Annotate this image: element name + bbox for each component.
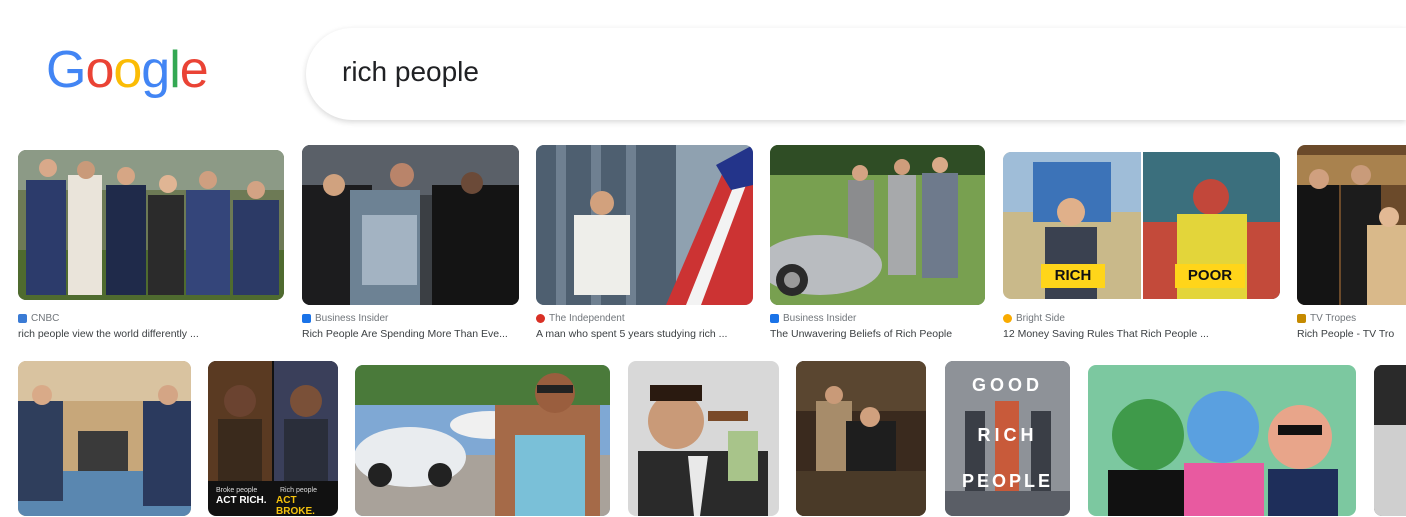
overlay-text: Rich people [280, 487, 317, 494]
image-result-thumbnail[interactable] [355, 365, 610, 516]
result-source: The Independent [536, 311, 756, 325]
image-result-thumbnail[interactable]: RICH POOR [1003, 152, 1280, 299]
source-name: CNBC [31, 312, 60, 324]
result-source: Bright Side [1003, 311, 1283, 325]
rich-label: RICH [1054, 267, 1092, 284]
image-result-thumbnail[interactable] [1374, 365, 1406, 516]
result-caption[interactable]: A man who spent 5 years studying rich ..… [536, 328, 756, 340]
image-result-thumbnail[interactable]: Broke people ACT RICH. Rich people ACT B… [208, 361, 338, 516]
result-source: Business Insider [302, 311, 522, 325]
image-result-thumbnail[interactable] [1088, 365, 1356, 516]
overlay-text: PEOPLE [961, 471, 1054, 491]
image-result-thumbnail[interactable] [770, 145, 985, 305]
search-input[interactable] [342, 56, 1042, 88]
overlay-text: RICH [977, 425, 1038, 445]
google-logo[interactable]: Google [46, 41, 209, 99]
logo-letter: g [141, 41, 170, 99]
poor-label: POOR [1187, 267, 1233, 284]
logo-letter: o [113, 41, 142, 99]
image-result-thumbnail[interactable] [1297, 145, 1406, 305]
source-name: Bright Side [1016, 312, 1065, 324]
result-meta[interactable]: Business Insider The Unwavering Beliefs … [770, 311, 990, 340]
result-meta[interactable]: Business Insider Rich People Are Spendin… [302, 311, 522, 340]
search-bar[interactable] [306, 28, 1406, 120]
logo-letter: G [46, 41, 86, 99]
overlay-text: ACT RICH. [216, 495, 267, 506]
source-name: TV Tropes [1310, 312, 1357, 324]
result-meta[interactable]: The Independent A man who spent 5 years … [536, 311, 756, 340]
overlay-text: Broke people [216, 487, 258, 494]
result-caption[interactable]: Rich People - TV Tro [1297, 328, 1406, 340]
overlay-text: ACT BROKE. [276, 495, 315, 516]
logo-letter: e [179, 41, 209, 99]
independent-favicon-icon [536, 313, 545, 323]
result-source: Business Insider [770, 311, 990, 325]
result-caption[interactable]: The Unwavering Beliefs of Rich People [770, 328, 990, 340]
bright-side-favicon-icon [1003, 313, 1012, 323]
result-meta[interactable]: Bright Side 12 Money Saving Rules That R… [1003, 311, 1283, 340]
logo-letter: l [169, 41, 181, 99]
image-result-thumbnail[interactable] [18, 150, 284, 300]
result-meta[interactable]: TV Tropes Rich People - TV Tro [1297, 311, 1406, 340]
image-result-thumbnail[interactable] [536, 145, 753, 305]
result-source: TV Tropes [1297, 311, 1406, 325]
overlay-text: GOOD [971, 375, 1043, 395]
logo-letter: o [85, 41, 114, 99]
image-result-thumbnail[interactable] [796, 361, 926, 516]
image-result-thumbnail[interactable]: GOOD RICH PEOPLE [945, 361, 1070, 516]
source-name: The Independent [549, 312, 625, 324]
image-result-thumbnail[interactable] [302, 145, 519, 305]
image-result-thumbnail[interactable] [628, 361, 779, 516]
source-name: Business Insider [315, 312, 389, 324]
result-caption[interactable]: rich people view the world differently .… [18, 328, 288, 340]
tv-tropes-favicon-icon [1297, 313, 1306, 323]
source-name: Business Insider [783, 312, 857, 324]
result-caption[interactable]: Rich People Are Spending More Than Eve..… [302, 328, 522, 340]
cnbc-favicon-icon [18, 313, 27, 323]
result-source: CNBC [18, 311, 288, 325]
result-caption[interactable]: 12 Money Saving Rules That Rich People .… [1003, 328, 1283, 340]
image-result-thumbnail[interactable] [18, 361, 191, 516]
business-insider-favicon-icon [302, 313, 311, 323]
business-insider-favicon-icon [770, 313, 779, 323]
result-meta[interactable]: CNBC rich people view the world differen… [18, 311, 288, 340]
